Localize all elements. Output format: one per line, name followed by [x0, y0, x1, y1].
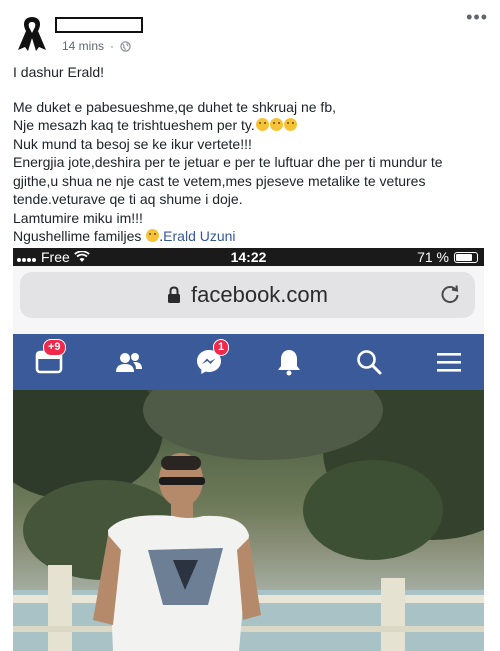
- address-url: facebook.com: [191, 282, 328, 307]
- more-options-icon[interactable]: •••: [466, 8, 488, 26]
- lock-icon: [167, 286, 181, 304]
- nav-feed[interactable]: +9: [31, 339, 67, 380]
- tagged-person-link[interactable]: Erald Uzuni: [163, 228, 235, 244]
- black-ribbon-icon: [18, 17, 46, 51]
- post-line: Nuk mund ta besoj se ke ikur vertete!!!: [13, 135, 252, 152]
- nav-menu[interactable]: [431, 344, 467, 380]
- globe-icon[interactable]: [120, 40, 131, 52]
- battery-icon: [454, 251, 478, 263]
- address-bar[interactable]: facebook.com: [20, 272, 475, 318]
- post-line: Ngushellime familjes .Erald Uzuni: [13, 227, 483, 246]
- hamburger-menu-icon: [437, 353, 461, 372]
- nav-search[interactable]: [351, 344, 387, 380]
- disappointed-emoji-icon: [283, 118, 297, 131]
- avatar[interactable]: [12, 13, 52, 53]
- notification-badge: +9: [43, 339, 66, 356]
- browser-chrome: facebook.com: [13, 266, 484, 334]
- post-timestamp[interactable]: 14 mins: [62, 39, 104, 53]
- search-icon: [357, 350, 382, 375]
- sad-emoji-icon: [255, 118, 269, 131]
- nav-friends[interactable]: [111, 344, 147, 380]
- post-meta: 14 mins ·: [62, 39, 131, 53]
- battery-percent: 71 %: [417, 249, 449, 265]
- post-line: Energjia jote,deshira per te jetuar e pe…: [13, 154, 443, 207]
- facebook-nav-bar: +9 1: [13, 334, 484, 390]
- separator: ·: [110, 39, 115, 53]
- nav-messenger[interactable]: 1: [191, 339, 230, 380]
- post-line-text: Ngushellime familjes: [13, 228, 142, 244]
- sad-emoji-icon: [269, 118, 283, 131]
- bell-icon: [278, 350, 300, 376]
- post-text: I dashur Erald! Me duket e pabesueshme,q…: [13, 63, 483, 246]
- post-greeting: I dashur Erald!: [13, 64, 105, 80]
- messenger-badge: 1: [213, 339, 230, 356]
- post-line-text: Nje mesazh kaq te trishtueshem per ty.: [13, 117, 255, 133]
- profile-photo[interactable]: [13, 360, 484, 651]
- photo-illustration: [13, 360, 484, 651]
- attached-screenshot[interactable]: Free 14:22 71 % facebook.com +9 1: [13, 248, 484, 651]
- friends-icon: [116, 353, 142, 372]
- reload-icon[interactable]: [439, 284, 461, 312]
- phone-time: 14:22: [230, 249, 267, 265]
- post-line: Me duket e pabesueshme,qe duhet te shkru…: [13, 98, 336, 115]
- battery-status: 71 %: [417, 249, 478, 265]
- nav-notifications[interactable]: [271, 344, 307, 380]
- post-line: Lamtumire miku im!!!: [13, 209, 143, 226]
- facebook-post: 14 mins · ••• I dashur Erald! Me duket e…: [0, 0, 500, 651]
- post-line: Nje mesazh kaq te trishtueshem per ty.: [13, 116, 483, 135]
- author-name-redacted[interactable]: [55, 17, 143, 33]
- crying-emoji-icon: [146, 229, 160, 242]
- phone-status-bar: Free 14:22 71 %: [13, 248, 484, 266]
